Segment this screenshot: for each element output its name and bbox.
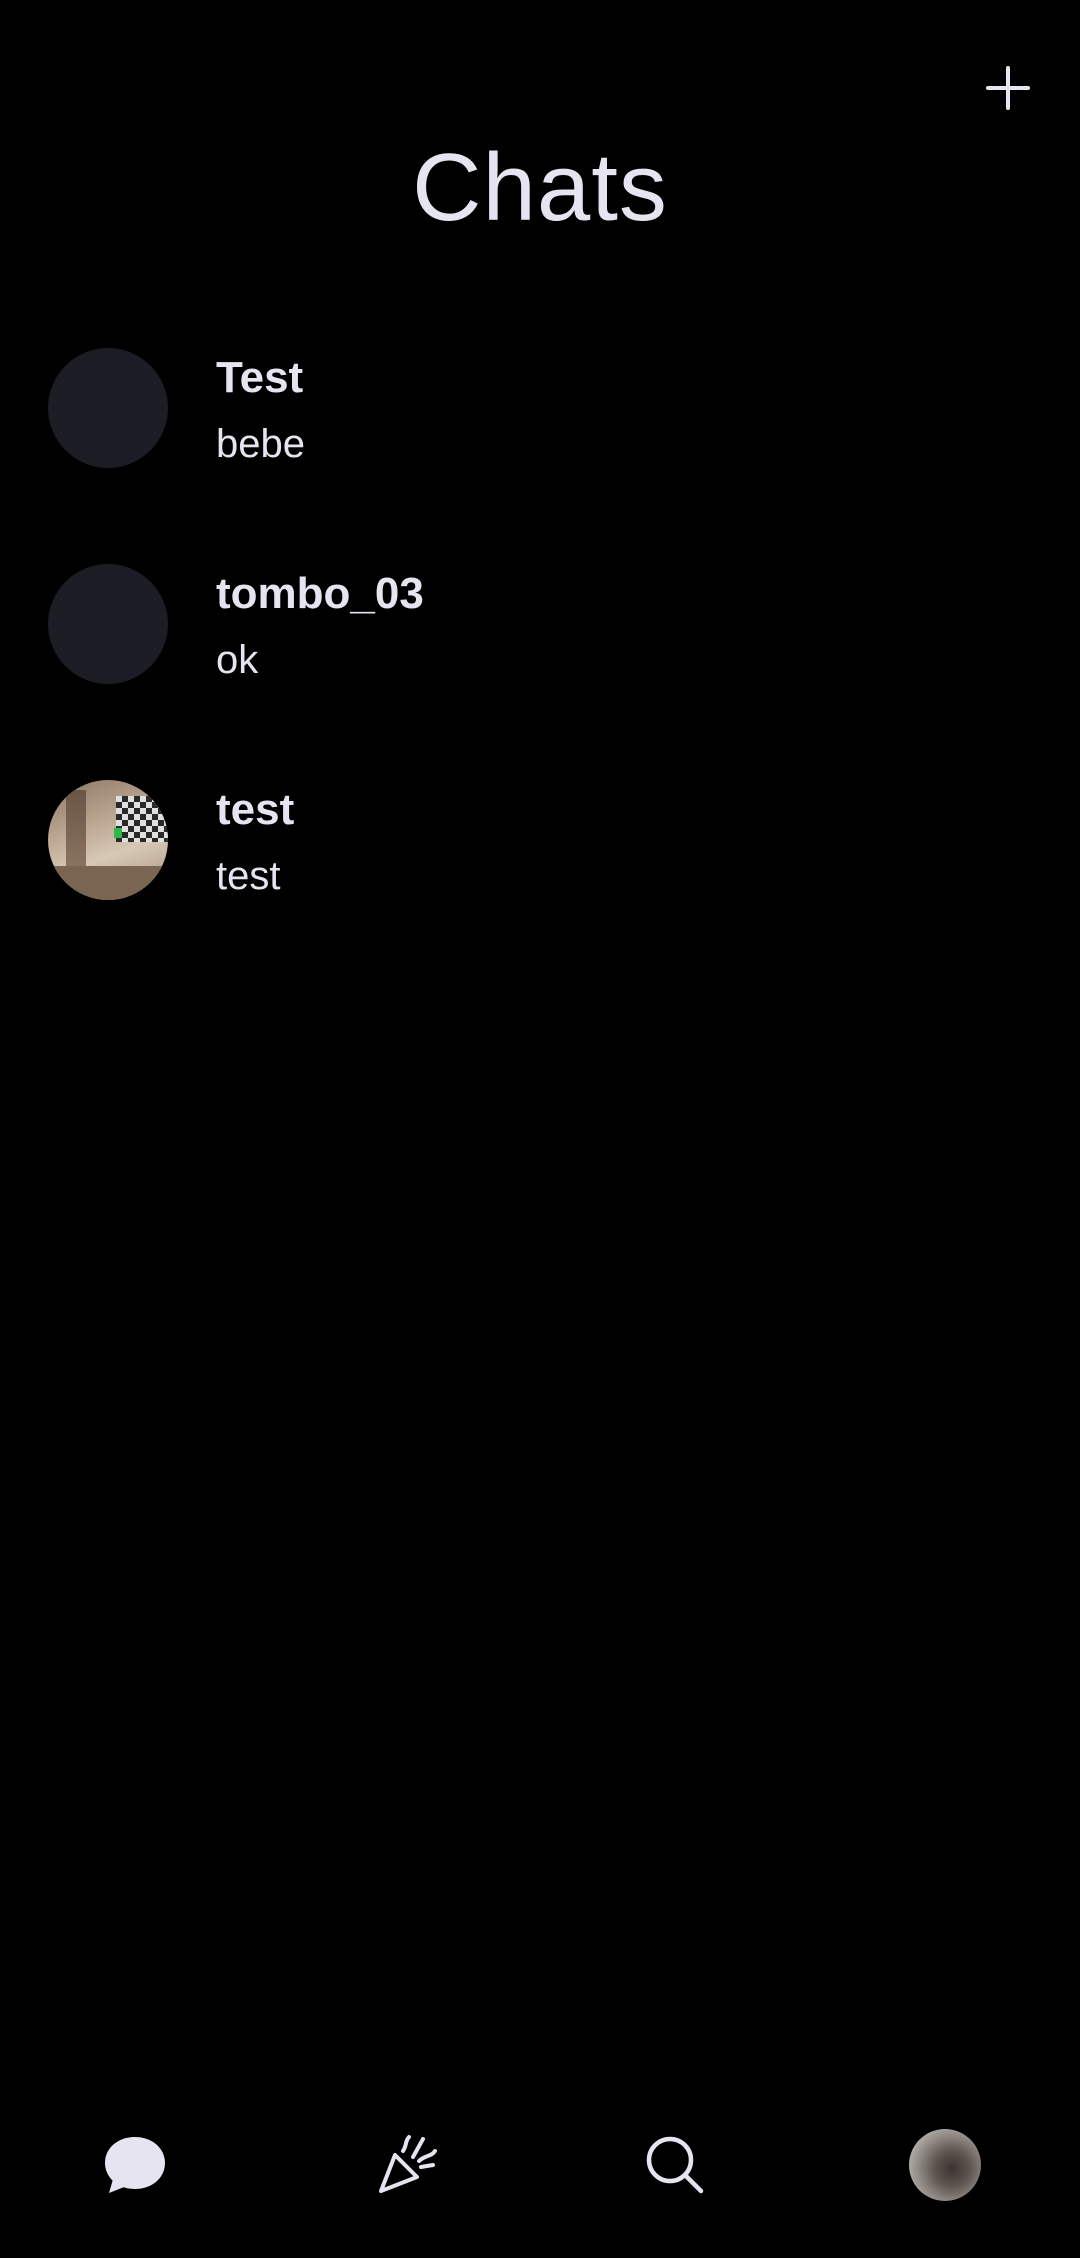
chat-list-item[interactable]: tombo_03 ok [0,546,1080,762]
avatar-photo-shelf [66,790,86,870]
chat-name: test [216,785,295,834]
chat-name: Test [216,353,304,402]
chat-last-message: bebe [216,422,305,466]
nav-search-tab[interactable] [620,2110,730,2220]
plus-icon [986,66,1030,110]
chat-name: tombo_03 [216,569,424,618]
avatar-photo-screen [116,796,168,842]
avatar-photo-detail [114,828,122,838]
chat-last-message: ok [216,638,259,682]
chat-list-item[interactable]: test test [0,762,1080,978]
new-chat-button[interactable] [972,52,1044,124]
search-icon [646,2136,704,2194]
chat-list: Test bebe tombo_03 ok test test [0,330,1080,978]
chat-last-message: test [216,854,281,898]
avatar-photo-floor [48,866,168,900]
nav-profile-tab[interactable] [890,2110,1000,2220]
bottom-navigation [0,2110,1080,2220]
nav-events-tab[interactable] [352,2110,462,2220]
page-title: Chats [412,134,668,241]
avatar [48,780,168,900]
party-popper-icon [379,2135,437,2193]
avatar [48,564,168,684]
chat-bubble-icon [105,2137,165,2193]
profile-avatar [909,2129,981,2201]
nav-chats-tab[interactable] [80,2110,190,2220]
avatar [48,348,168,468]
chat-list-item[interactable]: Test bebe [0,330,1080,546]
